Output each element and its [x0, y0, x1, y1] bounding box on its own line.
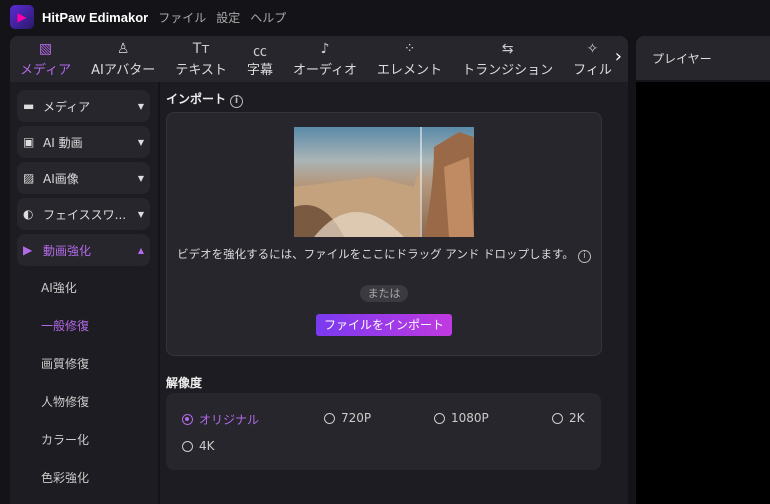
tab-audio[interactable]: ♪ オーディオ [283, 36, 367, 82]
radio-icon [552, 412, 563, 424]
category-label: メディア [43, 99, 91, 114]
caret-down-icon: ▼ [137, 173, 144, 183]
ai-image-icon: ▨ [23, 171, 35, 185]
transition-icon: ⇆ [501, 40, 514, 57]
sidebar-category[interactable]: ▣ AI 動画 ▼ [17, 126, 150, 158]
title-bar: ▶ HitPaw Edimakor ファイル 設定 ヘルプ [0, 0, 770, 34]
media-icon: ▧ [38, 40, 53, 57]
face-swap-icon: ◐ [23, 207, 34, 221]
tab-text[interactable]: Tт テキスト [165, 36, 237, 82]
preview-image [294, 127, 474, 237]
player-header: プレイヤー [636, 36, 770, 80]
caret-down-icon: ▼ [137, 101, 144, 111]
or-label: または [360, 285, 408, 302]
text-icon: Tт [192, 40, 210, 57]
caret-up-icon: ▲ [137, 245, 144, 255]
sidebar-subitem[interactable]: 一般修復 [41, 317, 89, 334]
radio-label: 720P [341, 411, 372, 425]
tab-label: 字幕 [246, 62, 273, 78]
canyon-image [294, 127, 474, 237]
tab-element[interactable]: ⁘ エレメント [367, 36, 452, 82]
drop-hint: ビデオを強化するには、ファイルをここにドラッグ アンド ドロップします。 i [166, 246, 602, 263]
tab-label: トランジション [462, 62, 554, 78]
info-icon[interactable]: i [577, 250, 591, 263]
category-label: AI 動画 [43, 135, 83, 150]
tab-subtitle[interactable]: ㏄字幕 [237, 36, 283, 82]
sidebar: ▬ メディア ▼ ▣ AI 動画 ▼ ▨ AI画像 ▼ ◐ フェイススワ... ▼ ▶ 動画強化 ▲ AI強化… [10, 82, 158, 504]
menu-file[interactable]: ファイル [158, 9, 206, 26]
audio-icon: ♪ [320, 40, 330, 57]
resolution-radio[interactable]: 720P [324, 411, 371, 425]
avatar-icon: ♙ [116, 40, 130, 57]
element-icon: ⁘ [403, 40, 416, 57]
tab-filter[interactable]: ✧ フィル [563, 36, 622, 82]
radio-icon [182, 440, 193, 452]
drop-hint-text: ビデオを強化するには、ファイルをここにドラッグ アンド ドロップします。 [177, 247, 574, 261]
tab-avatar[interactable]: ♙ AIアバター [81, 36, 165, 82]
resolution-radio[interactable]: 4K [182, 439, 215, 453]
resolution-radio[interactable]: 2K [552, 411, 585, 425]
sidebar-category[interactable]: ▨ AI画像 ▼ [17, 162, 150, 194]
app-name: HitPaw Edimakor [42, 9, 149, 25]
sidebar-subitem[interactable]: 色彩強化 [41, 469, 89, 486]
subtitle-icon: ㏄ [252, 43, 267, 60]
radio-icon [434, 412, 445, 424]
info-icon[interactable]: i [230, 95, 244, 108]
sidebar-subitem[interactable]: 画質修復 [41, 355, 89, 372]
app-logo-icon: ▶ [10, 5, 34, 29]
import-title: インポート i [166, 90, 244, 108]
category-label: 動画強化 [43, 243, 92, 258]
import-title-text: インポート [166, 92, 227, 106]
chevron-right-icon[interactable]: › [615, 46, 622, 67]
ai-video-icon: ▣ [23, 135, 35, 149]
radio-label: 1080P [451, 411, 489, 425]
radio-icon [324, 412, 335, 424]
resolution-options: オリジナル 720P 1080P 2K 4K [166, 393, 601, 470]
tab-media[interactable]: ▧ メディア [10, 36, 81, 82]
resolution-title: 解像度 [166, 376, 203, 390]
radio-label: オリジナル [199, 413, 260, 427]
sidebar-subitem[interactable]: 人物修復 [41, 393, 89, 410]
tab-label: フィル [573, 62, 612, 78]
tab-label: メディア [20, 62, 72, 78]
sidebar-subitem[interactable]: AI強化 [41, 279, 77, 296]
caret-down-icon: ▼ [137, 209, 144, 219]
toolbar: ▧ メディア ♙ AIアバター Tт テキスト㏄字幕 ♪ オーディオ ⁘ エレメント ⇆ トランジショ… [10, 36, 628, 82]
radio-label: 2K [569, 411, 585, 425]
menu-help[interactable]: ヘルプ [250, 9, 286, 26]
category-label: AI画像 [43, 171, 79, 186]
sidebar-category[interactable]: ◐ フェイススワ... ▼ [17, 198, 150, 230]
tab-label: AIアバター [91, 62, 156, 78]
tab-label: エレメント [377, 62, 443, 78]
radio-label: 4K [199, 439, 215, 453]
resolution-radio[interactable]: オリジナル [182, 411, 259, 428]
video-enhance-icon: ▶ [23, 243, 33, 257]
resolution-radio[interactable]: 1080P [434, 411, 489, 425]
radio-icon [182, 414, 193, 425]
sidebar-subitem[interactable]: カラー化 [41, 431, 89, 448]
sidebar-category[interactable]: ▶ 動画強化 ▲ [17, 234, 150, 266]
tab-label: テキスト [175, 62, 227, 78]
tab-label: オーディオ [292, 62, 358, 78]
import-file-button[interactable]: ファイルをインポート [316, 314, 452, 336]
caret-down-icon: ▼ [137, 137, 144, 147]
menu-settings[interactable]: 設定 [216, 9, 240, 26]
player-view[interactable] [636, 82, 770, 504]
player-title: プレイヤー [652, 51, 712, 66]
tab-transition[interactable]: ⇆ トランジション [452, 36, 563, 82]
folder-icon: ▬ [23, 99, 35, 113]
sidebar-category[interactable]: ▬ メディア ▼ [17, 90, 150, 122]
category-label: フェイススワ... [43, 207, 127, 222]
filter-icon: ✧ [586, 40, 599, 57]
